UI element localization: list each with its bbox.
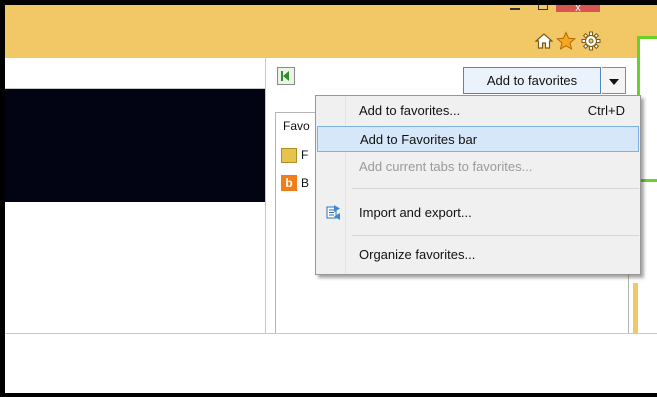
menu-item-import-export[interactable]: Import and export... bbox=[317, 200, 639, 226]
add-to-favorites-label: Add to favorites bbox=[486, 73, 578, 88]
maximize-button[interactable] bbox=[532, 5, 552, 12]
gear-icon[interactable] bbox=[581, 30, 601, 52]
menu-item-add-current-tabs[interactable]: Add current tabs to favorites... bbox=[317, 154, 639, 180]
menu-separator bbox=[352, 235, 639, 236]
screen-border-left bbox=[0, 0, 5, 397]
list-item-label: B bbox=[301, 176, 310, 190]
tab-favorites[interactable]: Favo bbox=[283, 119, 310, 133]
add-to-favorites-dropdown-arrow[interactable] bbox=[602, 67, 626, 94]
menu-item-label: Import and export... bbox=[359, 205, 472, 220]
menu-item-shortcut: Ctrl+D bbox=[587, 103, 625, 118]
home-icon[interactable] bbox=[535, 30, 553, 52]
list-item-label: F bbox=[301, 148, 309, 162]
close-icon: x bbox=[575, 5, 581, 12]
menu-item-label: Organize favorites... bbox=[359, 247, 476, 262]
folder-icon bbox=[281, 148, 297, 163]
close-button[interactable]: x bbox=[556, 5, 600, 12]
add-to-favorites-menu: Add to favorites... Ctrl+D Add to Favori… bbox=[315, 95, 641, 275]
menu-item-organize-favorites[interactable]: Organize favorites... bbox=[317, 242, 639, 268]
bing-icon: b bbox=[281, 175, 297, 191]
add-to-favorites-button[interactable]: Add to favorites bbox=[463, 67, 601, 94]
page-content-area bbox=[5, 58, 265, 89]
minimize-button[interactable] bbox=[505, 5, 525, 12]
screen-border-bottom bbox=[0, 393, 657, 397]
favorites-star-icon[interactable] bbox=[556, 30, 576, 52]
menu-item-add-to-favorites-bar[interactable]: Add to Favorites bar bbox=[317, 126, 639, 152]
menu-item-add-to-favorites[interactable]: Add to favorites... Ctrl+D bbox=[317, 98, 639, 124]
import-export-icon bbox=[326, 205, 340, 220]
menu-separator bbox=[352, 188, 639, 189]
title-bar: x bbox=[5, 5, 657, 58]
lower-page-area bbox=[5, 333, 657, 394]
pin-to-left-icon[interactable] bbox=[277, 67, 295, 85]
menu-item-label: Add to favorites... bbox=[359, 103, 461, 118]
menu-item-label: Add to Favorites bar bbox=[360, 132, 478, 147]
menu-item-label: Add current tabs to favorites... bbox=[359, 159, 533, 174]
